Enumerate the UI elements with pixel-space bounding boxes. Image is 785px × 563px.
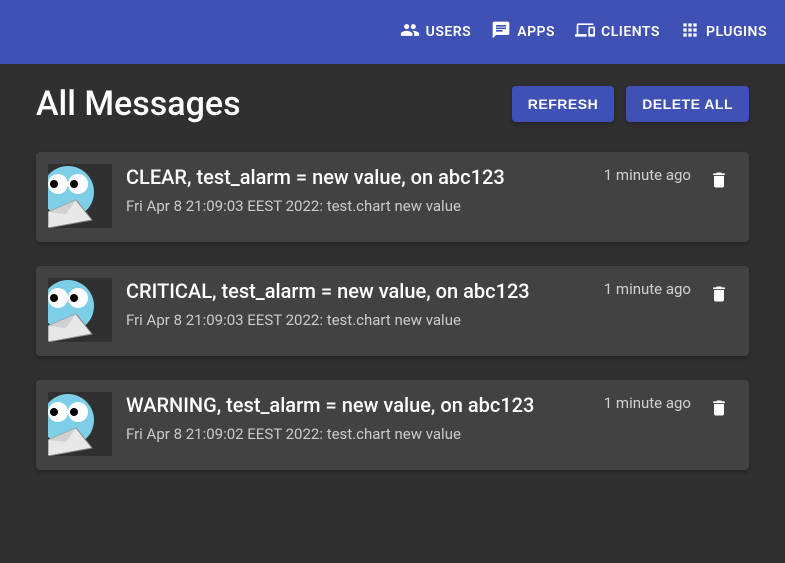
delete-message-button[interactable] [705, 168, 733, 196]
message-title: CRITICAL, test_alarm = new value, on abc… [126, 278, 530, 305]
message-card: CRITICAL, test_alarm = new value, on abc… [36, 266, 749, 356]
message-title: CLEAR, test_alarm = new value, on abc123 [126, 164, 505, 191]
card-top: CRITICAL, test_alarm = new value, on abc… [126, 278, 691, 305]
nav-users-label: USERS [426, 24, 472, 40]
gopher-icon [48, 392, 112, 456]
trash-icon [709, 284, 729, 308]
gopher-icon [48, 278, 112, 342]
nav-plugins-label: PLUGINS [706, 24, 767, 40]
clients-icon [575, 20, 595, 44]
message-time: 1 minute ago [604, 392, 691, 412]
message-time: 1 minute ago [604, 164, 691, 184]
topbar: USERS APPS CLIENTS PLUGINS [0, 0, 785, 64]
header-row: All Messages REFRESH DELETE ALL [36, 84, 749, 124]
message-subtitle: Fri Apr 8 21:09:02 EEST 2022: test.chart… [126, 425, 691, 443]
page-title: All Messages [36, 84, 241, 124]
message-card: WARNING, test_alarm = new value, on abc1… [36, 380, 749, 470]
content: All Messages REFRESH DELETE ALL [0, 64, 785, 490]
delete-message-button[interactable] [705, 282, 733, 310]
message-subtitle: Fri Apr 8 21:09:03 EEST 2022: test.chart… [126, 311, 691, 329]
nav-apps-label: APPS [517, 24, 555, 40]
refresh-button[interactable]: REFRESH [512, 86, 614, 122]
delete-message-button[interactable] [705, 396, 733, 424]
gopher-icon [48, 164, 112, 228]
messages-list: CLEAR, test_alarm = new value, on abc123… [36, 152, 749, 470]
card-top: WARNING, test_alarm = new value, on abc1… [126, 392, 691, 419]
avatar [48, 392, 112, 456]
nav-clients[interactable]: CLIENTS [565, 12, 670, 52]
card-body: CRITICAL, test_alarm = new value, on abc… [126, 278, 691, 329]
message-subtitle: Fri Apr 8 21:09:03 EEST 2022: test.chart… [126, 197, 691, 215]
nav-plugins[interactable]: PLUGINS [670, 12, 777, 52]
plugins-icon [680, 20, 700, 44]
trash-icon [709, 398, 729, 422]
nav-users[interactable]: USERS [390, 12, 482, 52]
message-card: CLEAR, test_alarm = new value, on abc123… [36, 152, 749, 242]
nav-clients-label: CLIENTS [601, 24, 660, 40]
avatar [48, 164, 112, 228]
card-body: CLEAR, test_alarm = new value, on abc123… [126, 164, 691, 215]
header-buttons: REFRESH DELETE ALL [512, 86, 749, 122]
nav-apps[interactable]: APPS [481, 12, 565, 52]
message-time: 1 minute ago [604, 278, 691, 298]
card-top: CLEAR, test_alarm = new value, on abc123… [126, 164, 691, 191]
trash-icon [709, 170, 729, 194]
users-icon [400, 20, 420, 44]
message-title: WARNING, test_alarm = new value, on abc1… [126, 392, 534, 419]
avatar [48, 278, 112, 342]
delete-all-button[interactable]: DELETE ALL [626, 86, 749, 122]
apps-icon [491, 20, 511, 44]
card-body: WARNING, test_alarm = new value, on abc1… [126, 392, 691, 443]
